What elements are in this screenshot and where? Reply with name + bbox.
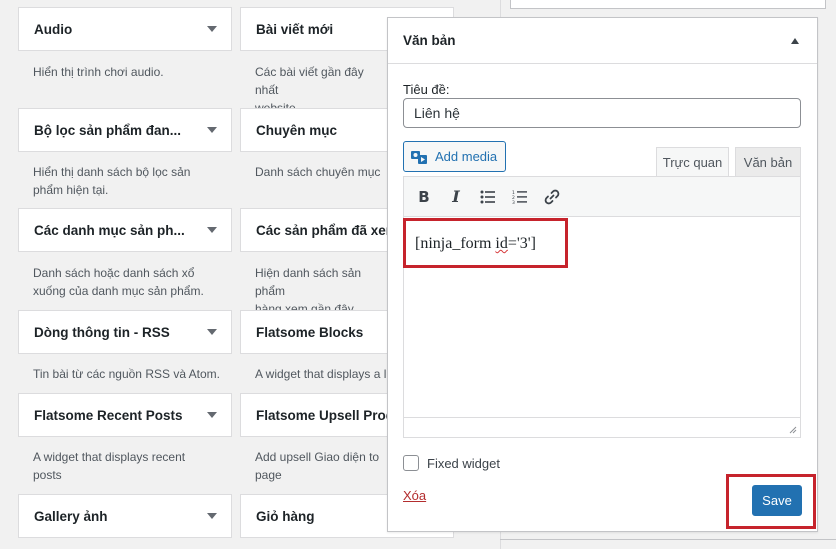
widget-description: Tin bài từ các nguồn RSS và Atom.	[33, 367, 221, 381]
text-widget-panel: Văn bản Tiêu đề: Add media Trực quan Văn…	[387, 17, 818, 532]
title-label: Tiêu đề:	[403, 82, 450, 97]
highlight-save-box	[726, 474, 816, 529]
widget-title: Các danh mục sản ph...	[34, 222, 185, 238]
widget-title: Flatsome Upsell Prod...	[256, 407, 406, 423]
chevron-down-icon[interactable]	[207, 127, 217, 133]
widget-tile-product-filter[interactable]: Bộ lọc sản phẩm đan...	[18, 108, 232, 152]
chevron-down-icon[interactable]	[207, 329, 217, 335]
widget-description: Danh sách chuyên mục	[255, 165, 381, 179]
bold-icon[interactable]: B	[412, 184, 436, 210]
chevron-down-icon[interactable]	[207, 227, 217, 233]
widget-title: Gallery ảnh	[34, 508, 108, 524]
widget-title: Flatsome Recent Posts	[34, 407, 183, 423]
widget-title: Bài viết mới	[256, 21, 334, 37]
chevron-down-icon[interactable]	[207, 513, 217, 519]
widget-tile-audio[interactable]: Audio	[18, 7, 232, 51]
editor-statusbar	[404, 417, 800, 437]
widget-description: A widget that displays recent posts	[33, 450, 186, 482]
widget-description: A widget that displays a l	[255, 367, 387, 381]
panel-header[interactable]: Văn bản	[388, 18, 817, 64]
widget-title: Dòng thông tin - RSS	[34, 324, 170, 340]
widget-tile-product-categories[interactable]: Các danh mục sản ph...	[18, 208, 232, 252]
resize-handle-icon[interactable]	[787, 424, 797, 434]
sidebar-widget-box	[510, 0, 826, 9]
chevron-down-icon[interactable]	[207, 412, 217, 418]
widget-description: Add upsell Giao diện to page	[255, 450, 380, 482]
italic-icon[interactable]: I	[444, 184, 468, 210]
widget-title: Chuyên mục	[256, 122, 338, 138]
widget-tile-flatsome-recent-posts[interactable]: Flatsome Recent Posts	[18, 393, 232, 437]
add-media-label: Add media	[435, 149, 498, 164]
add-media-button[interactable]: Add media	[403, 141, 507, 172]
widget-title: Flatsome Blocks	[256, 324, 364, 340]
highlight-shortcode-box	[403, 218, 568, 268]
title-input[interactable]	[403, 98, 801, 128]
widget-title: Audio	[34, 21, 73, 37]
link-icon[interactable]	[540, 184, 564, 210]
fixed-widget-label: Fixed widget	[427, 455, 500, 471]
fixed-widget-checkbox[interactable]	[403, 455, 419, 471]
fixed-widget-row[interactable]: Fixed widget	[403, 455, 500, 471]
widget-title: Giỏ hàng	[256, 508, 315, 524]
media-icon	[411, 150, 427, 164]
widget-title: Bộ lọc sản phẩm đan...	[34, 122, 182, 138]
tab-text[interactable]: Văn bản	[735, 147, 801, 177]
numbered-list-icon[interactable]: 1 2 3	[508, 184, 532, 210]
panel-title: Văn bản	[403, 33, 456, 48]
widget-description: Hiển thị trình chơi audio.	[33, 65, 164, 79]
editor-toolbar: B I 1 2 3	[403, 176, 801, 217]
chevron-down-icon[interactable]	[207, 26, 217, 32]
bullet-list-icon[interactable]	[476, 184, 500, 210]
widget-tile-gallery[interactable]: Gallery ảnh	[18, 494, 232, 538]
widget-tile-rss[interactable]: Dòng thông tin - RSS	[18, 310, 232, 354]
widget-description: Danh sách hoặc danh sách xổ xuống của da…	[33, 266, 204, 298]
sidebar-divider	[500, 539, 836, 540]
tab-visual[interactable]: Trực quan	[656, 147, 729, 177]
svg-text:3: 3	[512, 200, 515, 204]
chevron-up-icon[interactable]	[791, 37, 799, 44]
delete-link[interactable]: Xóa	[403, 488, 426, 503]
widget-description: Hiển thị danh sách bộ lọc sản phẩm hiện …	[33, 165, 191, 197]
